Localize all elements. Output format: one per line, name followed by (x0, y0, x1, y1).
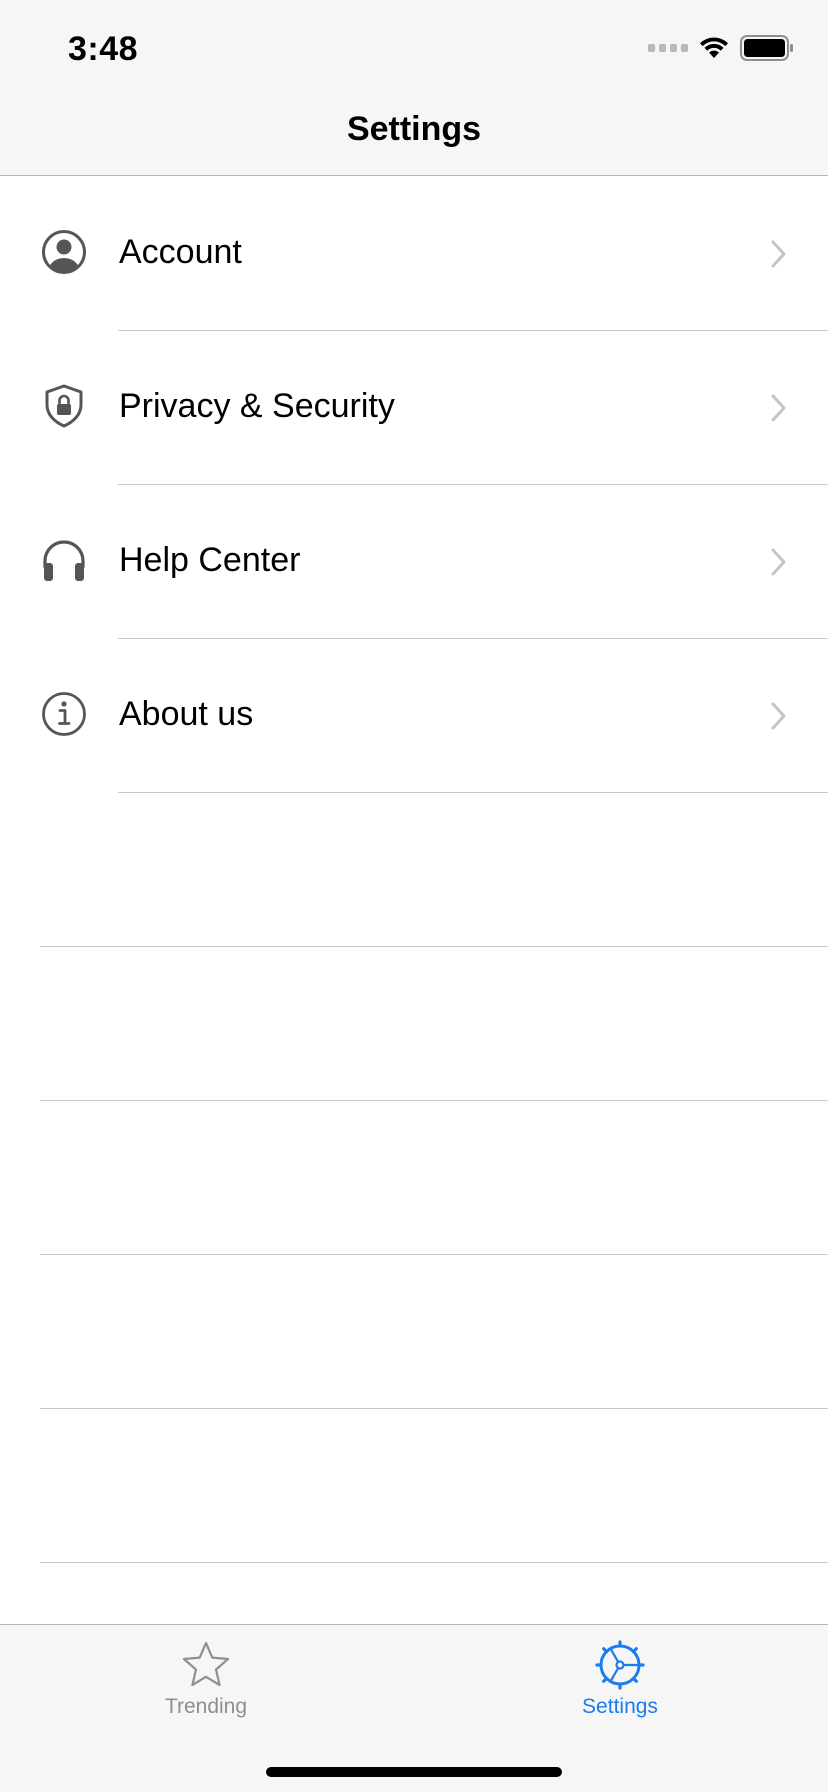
settings-row-account[interactable]: Account (0, 177, 828, 331)
settings-row-label: Account (119, 233, 242, 271)
empty-row (0, 1409, 828, 1563)
gear-icon (595, 1640, 645, 1690)
page-title: Settings (346, 110, 482, 148)
chevron-right-icon (771, 394, 786, 422)
battery-icon (740, 35, 793, 61)
top-bar: 3:48 Settings (0, 0, 828, 176)
status-time: 3:48 (68, 30, 139, 68)
star-icon (182, 1641, 230, 1687)
lock-shield-icon (40, 382, 88, 430)
wifi-icon (700, 37, 728, 58)
headphones-icon (40, 536, 88, 584)
settings-row-label: Privacy & Security (119, 387, 395, 425)
chevron-right-icon (771, 240, 786, 268)
tab-label: Settings (582, 1695, 658, 1718)
tab-bar: Trending Settings (0, 1624, 828, 1792)
settings-row-label: Help Center (119, 541, 301, 579)
empty-row (0, 947, 828, 1101)
tab-label: Trending (164, 1695, 248, 1718)
settings-row-privacy-security[interactable]: Privacy & Security (0, 331, 828, 485)
tab-settings[interactable]: Settings (530, 1639, 710, 1729)
chevron-right-icon (771, 548, 786, 576)
empty-row (0, 793, 828, 947)
settings-row-about-us[interactable]: About us (0, 639, 828, 793)
empty-row (0, 1255, 828, 1409)
empty-row (0, 1101, 828, 1255)
settings-list: Account Privacy & Security Help Center A… (0, 177, 828, 1563)
cellular-signal-icon (648, 44, 688, 52)
tab-trending[interactable]: Trending (116, 1639, 296, 1729)
status-indicators (648, 34, 794, 62)
chevron-right-icon (771, 702, 786, 730)
person-circle-icon (40, 228, 88, 276)
settings-row-label: About us (119, 695, 254, 733)
info-circle-icon (40, 690, 88, 738)
home-indicator[interactable] (266, 1767, 562, 1777)
settings-screen: 3:48 Settings Account Privacy & Security… (0, 0, 828, 1792)
settings-row-help-center[interactable]: Help Center (0, 485, 828, 639)
